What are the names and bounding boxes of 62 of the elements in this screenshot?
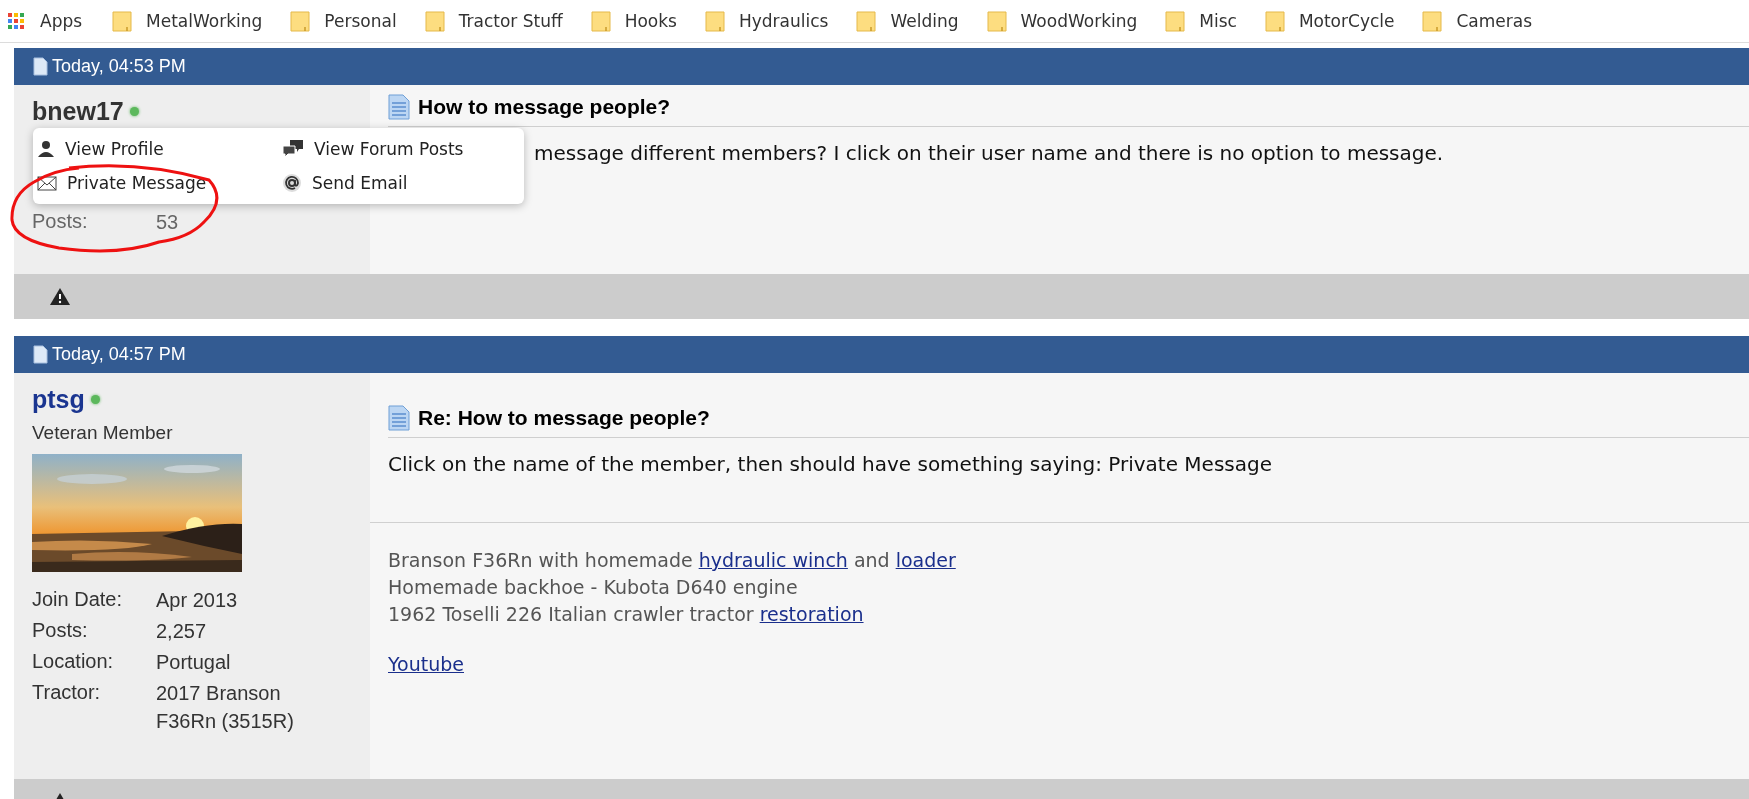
apps-grid-icon [8,13,24,29]
bookmark-folder[interactable]: Hooks [624,11,677,31]
detail-value: Apr 2013 [156,588,239,613]
detail-label: Location: [32,649,115,674]
folder-icon [290,10,311,32]
signature-link[interactable]: Youtube [388,651,464,678]
signature-link[interactable]: hydraulic winch [698,547,848,574]
post-text: Click on the name of the member, then should have something saying: Private Message [388,452,1272,476]
warning-icon[interactable] [49,287,71,306]
username-link[interactable]: bnew17 [32,97,124,126]
folder-icon [424,10,445,32]
document-icon [388,405,410,431]
folder-icon [856,10,877,32]
detail-label: Join Date: [32,587,124,612]
user-rank: Veteran Member [32,422,174,444]
person-icon [37,140,55,158]
post-timestamp: Today, 04:53 PM [52,56,186,77]
post-title: How to message people? [418,95,671,119]
apps-shortcut[interactable]: Apps [8,11,83,31]
document-icon [388,94,410,120]
signature-text: Homemade backhoe - Kubota D640 engine [388,575,798,600]
menu-item[interactable]: View Profile [33,132,278,166]
folder-icon [986,10,1007,32]
detail-label: Tractor: [32,680,102,705]
detail-value: Portugal [156,650,232,675]
bookmark-folder[interactable]: Welding [890,11,959,31]
folder-icon [590,10,611,32]
detail-value: 53 [156,210,180,235]
post-timestamp: Today, 04:57 PM [52,344,186,365]
folder-icon [1165,10,1186,32]
bookmark-folder[interactable]: MotorCycle [1298,11,1395,31]
menu-item[interactable]: Private Message [33,166,278,200]
bookmark-folder[interactable]: Hydraulics [739,11,829,31]
post-title: Re: How to message people? [418,406,710,430]
folder-icon [1264,10,1285,32]
signature-text: Branson F36Rn with homemade [388,548,693,573]
at-sign-icon [282,173,302,193]
bookmark-folder[interactable]: Tractor Stuff [458,11,563,31]
bookmark-folder[interactable]: Personal [324,11,397,31]
speech-bubbles-icon [282,139,304,159]
folder-icon [705,10,725,32]
detail-label: Posts: [32,618,89,643]
signature-text: 1962 Toselli 226 Italian crawler tractor [388,602,754,627]
document-icon [33,345,48,364]
detail-label: Posts: [32,209,89,234]
signature-text: and [853,548,890,573]
bookmark-folder[interactable]: MetalWorking [146,11,263,31]
bookmark-folder[interactable]: WoodWorking [1020,11,1138,31]
bookmark-folder[interactable]: Misc [1199,11,1237,31]
signature-link[interactable]: loader [895,547,956,574]
menu-item[interactable]: View Forum Posts [278,132,524,166]
post-text: message different members? I click on their user name and there is no option to message. [534,141,1444,165]
document-icon [33,57,48,76]
detail-value: 2017 Branson F36Rn (3515R) [156,681,295,734]
signature-link[interactable]: restoration [759,601,864,628]
detail-value: 2,257 [156,619,208,644]
username-link[interactable]: ptsg [32,385,85,414]
bookmark-label[interactable]: Apps [40,11,83,31]
bookmark-folder[interactable]: Cameras [1456,11,1533,31]
folder-icon [1422,10,1443,32]
folder-icon [112,10,133,32]
menu-item[interactable]: Send Email [278,166,524,200]
